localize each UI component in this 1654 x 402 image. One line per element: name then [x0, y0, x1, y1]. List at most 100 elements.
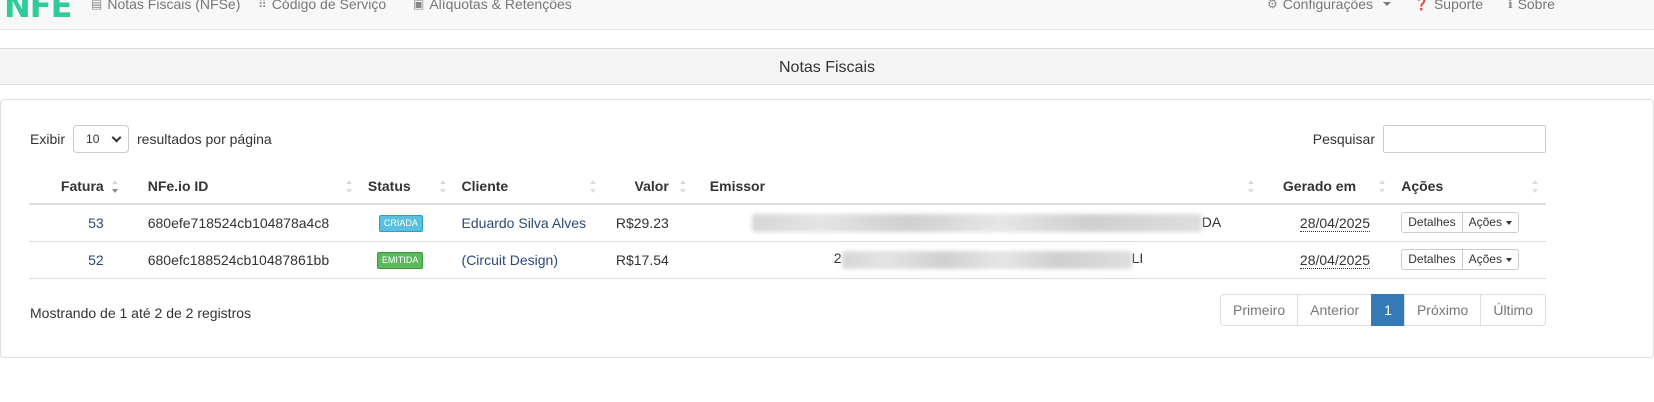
nav-suporte[interactable]: ❓ Suporte	[1414, 0, 1483, 12]
col-nfeio-id-label: NFe.io ID	[147, 177, 209, 194]
nav-notas-fiscais[interactable]: ▤ Notas Fiscais (NFSe)	[91, 0, 240, 12]
page-next[interactable]: Próximo	[1403, 294, 1482, 326]
fatura-link[interactable]: 52	[88, 252, 104, 268]
app-logo[interactable]: NFE	[4, 0, 72, 22]
details-button[interactable]: Detalhes	[1401, 212, 1463, 234]
cell-emissor: 2 LI	[693, 241, 1262, 279]
date-text: 28/04/2025	[1299, 251, 1370, 269]
nav-suporte-label: Suporte	[1433, 0, 1483, 12]
date-text: 28/04/2025	[1299, 214, 1370, 232]
search-control: Pesquisar	[1313, 125, 1546, 153]
col-emissor[interactable]: Emissor	[693, 168, 1262, 205]
col-status-label: Status	[367, 177, 411, 194]
actions-dropdown-label: Ações	[1468, 252, 1502, 266]
page-last[interactable]: Último	[1480, 294, 1546, 326]
search-label: Pesquisar	[1312, 131, 1375, 147]
cell-status: CRIADA	[359, 204, 454, 242]
page-first[interactable]: Primeiro	[1220, 294, 1299, 326]
cell-cliente: (Circuit Design)	[453, 241, 605, 279]
emissor-suffix: LI	[1131, 250, 1144, 267]
actions-group: Detalhes Ações	[1401, 249, 1519, 270]
sort-icon	[345, 180, 352, 193]
col-cliente[interactable]: Cliente	[453, 168, 605, 205]
sort-icon	[1247, 180, 1254, 193]
cell-cliente: Eduardo Silva Alves	[453, 204, 605, 242]
info-icon: ℹ	[1508, 0, 1513, 11]
chevron-down-icon	[111, 132, 122, 142]
col-acoes[interactable]: Ações	[1393, 168, 1546, 205]
nav-sobre-label: Sobre	[1517, 0, 1555, 12]
actions-dropdown-button[interactable]: Ações	[1462, 249, 1519, 270]
col-status[interactable]: Status	[359, 168, 454, 205]
cell-status: EMITIDA	[359, 241, 454, 279]
cell-fatura: 52	[29, 241, 126, 279]
col-fatura-label: Fatura	[60, 177, 104, 194]
grid-icon: ⠿	[258, 0, 267, 11]
cell-nfeio-id: 680efe718524cb104878a4c8	[125, 204, 360, 242]
cliente-link[interactable]: (Circuit Design)	[462, 252, 558, 268]
col-cliente-label: Cliente	[461, 177, 509, 194]
sort-icon	[1532, 180, 1538, 193]
page-title: Notas Fiscais	[778, 59, 876, 76]
nav-sobre[interactable]: ℹ Sobre	[1508, 0, 1555, 12]
nav-configuracoes[interactable]: ⚙ Configurações	[1267, 0, 1392, 12]
cliente-link[interactable]: Eduardo Silva Alves	[462, 215, 587, 231]
cell-valor: R$17.54	[604, 241, 694, 279]
sort-icon	[679, 180, 686, 193]
question-icon: ❓	[1414, 0, 1429, 11]
actions-dropdown-label: Ações	[1468, 215, 1502, 230]
top-navbar: NFE ▤ Notas Fiscais (NFSe) ⠿ Código de S…	[0, 0, 1654, 30]
page-previous[interactable]: Anterior	[1297, 294, 1373, 326]
sort-icon	[590, 180, 597, 193]
cell-fatura: 53	[29, 204, 126, 242]
col-valor[interactable]: Valor	[604, 168, 694, 205]
calculator-icon: ▣	[413, 0, 425, 11]
invoices-table: Fatura NFe.io ID Status Cliente Valor Em…	[29, 168, 1546, 279]
details-button[interactable]: Detalhes	[1401, 249, 1463, 270]
length-prefix: Exibir	[30, 131, 66, 147]
chevron-down-icon	[1505, 221, 1512, 226]
col-nfeio-id[interactable]: NFe.io ID	[125, 168, 360, 205]
page-length-value: 10	[86, 132, 100, 146]
gear-icon: ⚙	[1267, 0, 1278, 11]
actions-group: Detalhes Ações	[1401, 212, 1519, 234]
cell-valor: R$29.23	[604, 204, 694, 242]
col-gerado-em[interactable]: Gerado em	[1261, 168, 1394, 205]
nav-notas-fiscais-label: Notas Fiscais (NFSe)	[107, 0, 241, 12]
col-gerado-em-label: Gerado em	[1282, 177, 1357, 194]
chevron-down-icon	[1383, 2, 1392, 6]
nav-aliquotas-label: Alíquotas & Retenções	[429, 0, 572, 12]
cell-acoes: Detalhes Ações	[1393, 241, 1546, 279]
col-fatura[interactable]: Fatura	[29, 168, 126, 205]
sort-icon	[439, 180, 446, 193]
cell-gerado-em: 28/04/2025	[1261, 241, 1394, 279]
status-badge: CRIADA	[378, 215, 423, 233]
table-row: 53 680efe718524cb104878a4c8 CRIADA Eduar…	[29, 204, 1546, 242]
sort-icon	[1379, 180, 1386, 193]
col-valor-label: Valor	[634, 177, 669, 194]
list-icon: ▤	[91, 0, 103, 11]
redacted-text	[841, 250, 1132, 269]
cell-gerado-em: 28/04/2025	[1261, 204, 1394, 242]
status-badge: EMITIDA	[376, 252, 424, 269]
cell-nfeio-id: 680efc188524cb10487861bb	[125, 241, 360, 279]
nav-aliquotas[interactable]: ▣ Alíquotas & Retenções	[413, 0, 572, 12]
search-input[interactable]	[1383, 125, 1546, 153]
table-row: 52 680efc188524cb10487861bb EMITIDA (Cir…	[29, 241, 1546, 279]
table-header-row: Fatura NFe.io ID Status Cliente Valor Em…	[29, 168, 1546, 205]
nav-codigo-servico-label: Código de Serviço	[271, 0, 387, 12]
actions-dropdown-button[interactable]: Ações	[1462, 212, 1519, 234]
col-emissor-label: Emissor	[709, 177, 766, 194]
nav-codigo-servico[interactable]: ⠿ Código de Serviço	[258, 0, 386, 12]
page-current[interactable]: 1	[1371, 294, 1405, 326]
page-length-select[interactable]: 10	[73, 125, 130, 153]
nav-configuracoes-label: Configurações	[1282, 0, 1374, 12]
cell-emissor: DA	[693, 204, 1262, 242]
length-control: Exibir 10 resultados por página	[30, 125, 272, 153]
panel-heading: Notas Fiscais	[0, 48, 1654, 85]
length-suffix: resultados por página	[137, 131, 272, 147]
emissor-suffix: DA	[1201, 213, 1222, 230]
col-acoes-label: Ações	[1401, 177, 1444, 194]
sort-desc-icon	[111, 180, 118, 193]
fatura-link[interactable]: 53	[88, 215, 104, 231]
